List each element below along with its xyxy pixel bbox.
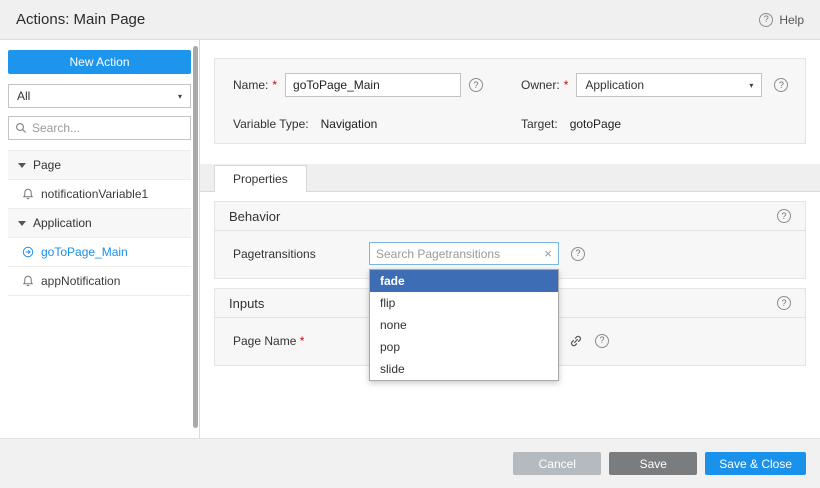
owner-value: Application bbox=[585, 78, 644, 92]
save-close-button[interactable]: Save & Close bbox=[705, 452, 806, 475]
owner-select[interactable]: Application ▾ bbox=[576, 73, 762, 97]
option-flip[interactable]: flip bbox=[370, 292, 558, 314]
chevron-down-icon: ▾ bbox=[178, 92, 182, 101]
option-none[interactable]: none bbox=[370, 314, 558, 336]
notification-icon bbox=[22, 275, 34, 287]
cancel-button[interactable]: Cancel bbox=[513, 452, 601, 475]
search-icon bbox=[15, 122, 27, 134]
name-help-icon[interactable]: ? bbox=[469, 78, 483, 92]
owner-label: Owner: bbox=[521, 78, 560, 92]
pagetransitions-label: Pagetransitions bbox=[233, 247, 369, 261]
footer: Cancel Save Save & Close bbox=[0, 438, 820, 488]
required-mark: * bbox=[300, 334, 305, 348]
required-mark: * bbox=[272, 78, 277, 92]
notification-icon bbox=[22, 188, 34, 200]
help-label: Help bbox=[779, 13, 804, 27]
tree-group-label: Application bbox=[33, 216, 92, 230]
variable-type-value: Navigation bbox=[321, 117, 378, 131]
name-input[interactable] bbox=[285, 73, 461, 97]
tree-item-label: notificationVariable1 bbox=[41, 187, 148, 201]
tree-item-notificationvariable1[interactable]: notificationVariable1 bbox=[8, 180, 191, 209]
search-input[interactable] bbox=[32, 121, 184, 135]
collapse-triangle-icon bbox=[18, 221, 26, 226]
pagetransitions-dropdown: fade flip none pop slide bbox=[369, 269, 559, 381]
pagetransitions-help-icon[interactable]: ? bbox=[571, 247, 585, 261]
sidebar-scrollbar[interactable] bbox=[193, 46, 198, 428]
behavior-panel: Behavior ? Pagetransitions × fade flip n… bbox=[214, 201, 806, 279]
header: Actions: Main Page ? Help bbox=[0, 0, 820, 40]
sidebar: New Action All ▾ Page bbox=[0, 40, 200, 438]
target-label: Target: bbox=[521, 117, 558, 131]
collapse-triangle-icon bbox=[18, 163, 26, 168]
variable-type-label: Variable Type: bbox=[233, 117, 309, 131]
tab-properties[interactable]: Properties bbox=[214, 165, 307, 192]
tree-item-gotopage-main[interactable]: goToPage_Main bbox=[8, 238, 191, 267]
pagetransitions-combobox[interactable]: × bbox=[369, 242, 559, 265]
page-name-help-icon[interactable]: ? bbox=[595, 334, 609, 348]
tab-strip: Properties bbox=[200, 164, 820, 192]
option-slide[interactable]: slide bbox=[370, 358, 558, 380]
required-mark: * bbox=[564, 78, 569, 92]
page-title: Actions: Main Page bbox=[16, 11, 145, 28]
tree-item-label: goToPage_Main bbox=[41, 245, 128, 259]
link-icon[interactable] bbox=[569, 334, 583, 348]
clear-icon[interactable]: × bbox=[544, 246, 552, 261]
main-panel: Name: * ? Owner: * Application ▾ ? bbox=[200, 40, 820, 438]
tree-item-label: appNotification bbox=[41, 274, 120, 288]
behavior-help-icon[interactable]: ? bbox=[777, 209, 791, 223]
filter-dropdown[interactable]: All ▾ bbox=[8, 84, 191, 108]
help-button[interactable]: ? Help bbox=[759, 13, 804, 27]
option-fade[interactable]: fade bbox=[370, 270, 558, 292]
behavior-title: Behavior bbox=[229, 209, 280, 224]
name-label: Name: bbox=[233, 78, 268, 92]
inputs-title: Inputs bbox=[229, 296, 264, 311]
goto-icon bbox=[22, 246, 34, 258]
pagetransitions-search-input[interactable] bbox=[376, 247, 540, 261]
action-tree: Page notificationVariable1 Application bbox=[8, 150, 191, 296]
pagetransitions-combobox-wrap: × fade flip none pop slide bbox=[369, 242, 559, 265]
tree-group-page[interactable]: Page bbox=[8, 151, 191, 180]
action-form-panel: Name: * ? Owner: * Application ▾ ? bbox=[214, 58, 806, 144]
tree-group-application[interactable]: Application bbox=[8, 209, 191, 238]
tree-item-appnotification[interactable]: appNotification bbox=[8, 267, 191, 296]
page-name-label: Page Name * bbox=[233, 334, 369, 348]
tree-group-label: Page bbox=[33, 158, 61, 172]
help-icon: ? bbox=[759, 13, 773, 27]
owner-help-icon[interactable]: ? bbox=[774, 78, 788, 92]
new-action-button[interactable]: New Action bbox=[8, 50, 191, 74]
inputs-help-icon[interactable]: ? bbox=[777, 296, 791, 310]
chevron-down-icon: ▾ bbox=[749, 81, 753, 90]
option-pop[interactable]: pop bbox=[370, 336, 558, 358]
target-value: gotoPage bbox=[570, 117, 621, 131]
filter-value: All bbox=[17, 89, 30, 103]
save-button[interactable]: Save bbox=[609, 452, 697, 475]
search-box bbox=[8, 116, 191, 140]
actions-dialog: Actions: Main Page ? Help New Action All… bbox=[0, 0, 820, 488]
